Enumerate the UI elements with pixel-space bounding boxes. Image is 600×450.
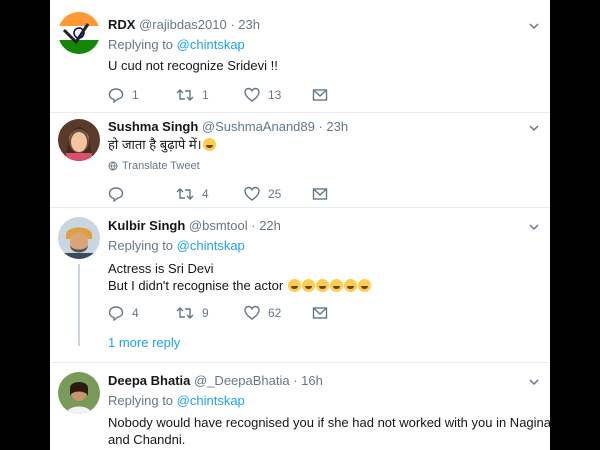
chevron-down-icon[interactable] bbox=[528, 122, 540, 134]
retweet-count: 9 bbox=[202, 306, 209, 320]
mention-link[interactable]: @chintskap bbox=[177, 37, 245, 52]
tweet-text-line-1: Actress is Sri Devi bbox=[108, 261, 214, 276]
tweet-deepa[interactable]: Deepa Bhatia @_DeepaBhatia · 16h Replyin… bbox=[50, 363, 550, 450]
translate-label: Translate Tweet bbox=[122, 160, 200, 172]
retweet-count: 1 bbox=[202, 88, 209, 102]
tweet-text: U cud not recognize Sridevi !! bbox=[108, 58, 278, 73]
envelope-icon bbox=[312, 188, 328, 200]
replying-to: Replying to @chintskap bbox=[108, 238, 245, 254]
like-count: 25 bbox=[268, 187, 282, 201]
reply-icon bbox=[108, 88, 124, 103]
tweet-text-line-2: But I didn't recognise the actor bbox=[108, 277, 371, 295]
like-button[interactable]: 25 bbox=[244, 185, 281, 203]
tweet-time[interactable]: · 16h bbox=[293, 373, 323, 388]
chevron-down-icon[interactable] bbox=[528, 221, 540, 233]
heart-icon bbox=[244, 305, 260, 320]
rofl-emoji-icon bbox=[329, 279, 343, 292]
mention-link[interactable]: @chintskap bbox=[177, 393, 245, 408]
reply-button[interactable]: 4 bbox=[108, 304, 139, 322]
like-button[interactable]: 13 bbox=[244, 86, 281, 104]
avatar[interactable] bbox=[58, 372, 100, 414]
tweet-time[interactable]: · 22h bbox=[251, 218, 281, 233]
like-count: 13 bbox=[268, 88, 282, 102]
globe-icon bbox=[108, 161, 118, 171]
retweet-icon bbox=[176, 307, 194, 319]
user-name[interactable]: RDX bbox=[108, 17, 135, 32]
heart-icon bbox=[244, 186, 260, 201]
envelope-icon bbox=[312, 307, 328, 319]
user-handle[interactable]: @rajibdas2010 bbox=[139, 17, 227, 32]
retweet-count: 4 bbox=[202, 187, 209, 201]
grinning-sweat-emoji-icon bbox=[202, 138, 216, 151]
tweet-kulbir[interactable]: Kulbir Singh @bsmtool · 22h Replying to … bbox=[50, 208, 550, 362]
mention-link[interactable]: @chintskap bbox=[177, 238, 245, 253]
like-button[interactable]: 62 bbox=[244, 304, 281, 322]
reply-button[interactable] bbox=[108, 185, 132, 203]
rofl-emoji-icon bbox=[287, 279, 301, 292]
chevron-down-icon[interactable] bbox=[528, 20, 540, 32]
replying-to: Replying to @chintskap bbox=[108, 37, 245, 53]
retweet-icon bbox=[176, 188, 194, 200]
user-name[interactable]: Deepa Bhatia bbox=[108, 373, 190, 388]
replying-to-label: Replying to bbox=[108, 238, 174, 253]
rofl-emoji-icon bbox=[301, 279, 315, 292]
reply-button[interactable]: 1 bbox=[108, 86, 139, 104]
envelope-icon bbox=[312, 89, 328, 101]
avatar[interactable] bbox=[58, 119, 100, 161]
user-handle[interactable]: @bsmtool bbox=[189, 218, 248, 233]
retweet-button[interactable]: 1 bbox=[176, 86, 209, 104]
tweet-time[interactable]: · 23h bbox=[318, 119, 348, 134]
user-name[interactable]: Kulbir Singh bbox=[108, 218, 185, 233]
heart-icon bbox=[244, 87, 260, 102]
rofl-emoji-icon bbox=[343, 279, 357, 292]
tweet-header: Sushma Singh @SushmaAnand89 · 23h bbox=[108, 119, 348, 135]
tweet-text: हो जाता है बुढ़ापे में। bbox=[108, 136, 216, 154]
tweet-rdx[interactable]: RDX @rajibdas2010 · 23h Replying to @chi… bbox=[50, 0, 550, 112]
avatar[interactable] bbox=[58, 217, 100, 259]
rofl-emoji-icon bbox=[357, 279, 371, 292]
reply-count: 4 bbox=[132, 306, 139, 320]
joy-emoji-icon bbox=[315, 279, 329, 292]
tweet-replies-panel: RDX @rajibdas2010 · 23h Replying to @chi… bbox=[50, 0, 550, 450]
translate-tweet-link[interactable]: Translate Tweet bbox=[108, 160, 200, 172]
tweet-text-content: But I didn't recognise the actor bbox=[108, 278, 284, 293]
user-handle[interactable]: @SushmaAnand89 bbox=[202, 119, 315, 134]
like-count: 62 bbox=[268, 306, 282, 320]
replying-to: Replying to @chintskap bbox=[108, 393, 245, 409]
reply-icon bbox=[108, 306, 124, 321]
tweet-text-line-1: Nobody would have recognised you if she … bbox=[108, 415, 550, 430]
retweet-button[interactable]: 4 bbox=[176, 185, 209, 203]
replying-to-label: Replying to bbox=[108, 37, 174, 52]
retweet-button[interactable]: 9 bbox=[176, 304, 209, 322]
tweet-header: Deepa Bhatia @_DeepaBhatia · 16h bbox=[108, 373, 323, 389]
chevron-down-icon[interactable] bbox=[528, 376, 540, 388]
reply-count: 1 bbox=[132, 88, 139, 102]
tweet-sushma[interactable]: Sushma Singh @SushmaAnand89 · 23h हो जात… bbox=[50, 113, 550, 207]
dm-button[interactable] bbox=[312, 185, 328, 203]
more-replies-link[interactable]: 1 more reply bbox=[108, 335, 180, 350]
reply-icon bbox=[108, 187, 124, 202]
user-handle[interactable]: @_DeepaBhatia bbox=[194, 373, 290, 388]
tweet-header: RDX @rajibdas2010 · 23h bbox=[108, 17, 260, 33]
tweet-text-line-2: and Chandni. bbox=[108, 432, 186, 447]
replying-to-label: Replying to bbox=[108, 393, 174, 408]
tweet-header: Kulbir Singh @bsmtool · 22h bbox=[108, 218, 281, 234]
thread-line bbox=[78, 264, 80, 346]
dm-button[interactable] bbox=[312, 86, 328, 104]
tweet-time[interactable]: · 23h bbox=[230, 17, 260, 32]
avatar[interactable] bbox=[58, 12, 100, 54]
retweet-icon bbox=[176, 89, 194, 101]
user-name[interactable]: Sushma Singh bbox=[108, 119, 198, 134]
dm-button[interactable] bbox=[312, 304, 328, 322]
tweet-text-content: हो जाता है बुढ़ापे में। bbox=[108, 137, 202, 152]
